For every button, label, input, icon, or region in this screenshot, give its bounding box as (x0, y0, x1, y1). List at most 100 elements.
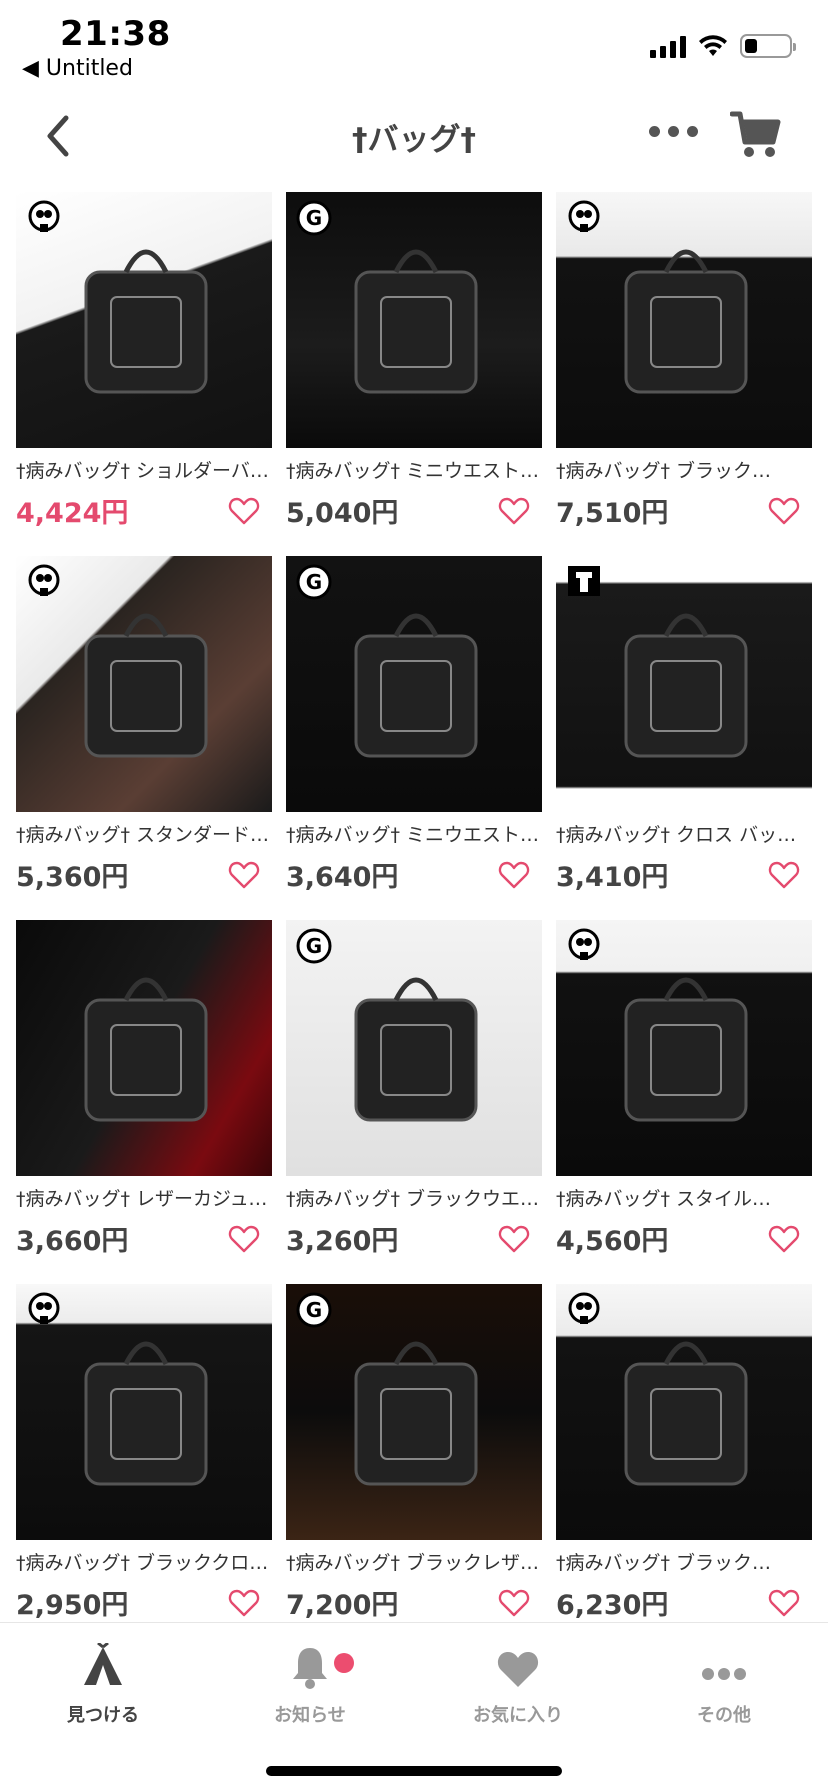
wifi-icon (699, 35, 727, 56)
brand-logo-icon: G (296, 1292, 332, 1328)
product-title[interactable]: †病みバッグ† ショルダーバッグ (16, 456, 272, 483)
signal-icon (650, 34, 686, 58)
brand-logo-icon (28, 564, 60, 596)
product-price: 3,410円 (556, 862, 669, 893)
favorite-heart-icon[interactable] (228, 860, 260, 890)
product-card[interactable]: †病みバッグ† ブラッククロスバッグ 2,950円 (16, 1284, 272, 1648)
product-image[interactable] (556, 920, 812, 1176)
tab-label: その他 (697, 1705, 751, 1726)
product-price: 3,640円 (286, 862, 399, 893)
product-title[interactable]: †病みバッグ† ブラックウエストバッグ (286, 1184, 542, 1211)
back-to-app-link[interactable]: ◀ Untitled (22, 56, 133, 81)
product-card[interactable]: †病みバッグ† ブラック… 6,230円 (556, 1284, 812, 1648)
brand-logo-icon: G (296, 928, 332, 964)
product-title[interactable]: †病みバッグ† スタイル… (556, 1184, 812, 1211)
tab-other[interactable]: その他 (624, 1641, 824, 1727)
price-row: 4,424円 (16, 491, 272, 530)
favorite-heart-icon[interactable] (498, 860, 530, 890)
tent-icon (84, 1643, 122, 1685)
product-title[interactable]: †病みバッグ† ブラックレザーバッグ (286, 1548, 542, 1575)
product-price: 5,040円 (286, 498, 399, 529)
product-image[interactable] (16, 1284, 272, 1540)
favorite-heart-icon[interactable] (498, 1224, 530, 1254)
favorite-heart-icon[interactable] (768, 1588, 800, 1618)
product-card[interactable]: †病みバッグ† スタイル… 4,560円 (556, 920, 812, 1284)
product-title[interactable]: †病みバッグ† ブラッククロスバッグ (16, 1548, 272, 1575)
nav-header: †バッグ† (0, 88, 828, 184)
product-image[interactable]: G (286, 192, 542, 448)
brand-logo-icon (568, 928, 600, 960)
product-title[interactable]: †病みバッグ† スタンダードバッグ (16, 820, 272, 847)
product-grid: †病みバッグ† ショルダーバッグ 4,424円 G †病みバッグ† ミニウエストバッグ… (16, 192, 812, 1648)
battery-icon (740, 34, 796, 58)
tab-notifications[interactable]: お知らせ (210, 1641, 410, 1727)
favorite-heart-icon[interactable] (228, 1588, 260, 1618)
home-indicator[interactable] (266, 1766, 562, 1776)
price-row: 3,260円 (286, 1219, 542, 1258)
product-title[interactable]: †病みバッグ† レザーカジュアルバッグ (16, 1184, 272, 1211)
more-icon (702, 1668, 746, 1680)
product-image[interactable] (16, 920, 272, 1176)
product-card[interactable]: †病みバッグ† クロス バックパック 3,410円 (556, 556, 812, 920)
brand-logo-icon (568, 200, 600, 232)
cart-icon[interactable] (730, 110, 782, 160)
svg-text:G: G (306, 206, 322, 230)
product-title[interactable]: †病みバッグ† ブラック… (556, 456, 812, 483)
product-price: 6,230円 (556, 1590, 669, 1621)
status-icons (650, 34, 796, 58)
price-row: 7,200円 (286, 1583, 542, 1622)
product-title[interactable]: †病みバッグ† ミニウエストバッグ (286, 820, 542, 847)
product-title[interactable]: †病みバッグ† クロス バックパック (556, 820, 812, 847)
price-row: 5,040円 (286, 491, 542, 530)
product-image[interactable] (556, 556, 812, 812)
price-row: 3,660円 (16, 1219, 272, 1258)
favorite-heart-icon[interactable] (768, 860, 800, 890)
bell-icon (293, 1648, 327, 1689)
product-title[interactable]: †病みバッグ† ブラック… (556, 1548, 812, 1575)
tab-label: お知らせ (274, 1705, 346, 1726)
more-options-icon[interactable] (649, 126, 698, 137)
product-image[interactable]: G (286, 1284, 542, 1540)
price-row: 7,510円 (556, 491, 812, 530)
svg-text:G: G (306, 570, 322, 594)
svg-text:G: G (306, 1298, 322, 1322)
product-image[interactable] (16, 192, 272, 448)
price-row: 6,230円 (556, 1583, 812, 1622)
product-price: 7,510円 (556, 498, 669, 529)
product-image[interactable] (556, 192, 812, 448)
product-card[interactable]: G †病みバッグ† ブラックウエストバッグ 3,260円 (286, 920, 542, 1284)
product-title[interactable]: †病みバッグ† ミニウエストバッグ (286, 456, 542, 483)
svg-text:G: G (306, 934, 322, 958)
brand-logo-icon: G (296, 200, 332, 236)
favorite-heart-icon[interactable] (228, 1224, 260, 1254)
product-image[interactable]: G (286, 920, 542, 1176)
tab-label: お気に入り (473, 1705, 563, 1726)
product-card[interactable]: G †病みバッグ† ブラックレザーバッグ 7,200円 (286, 1284, 542, 1648)
product-card[interactable]: †病みバッグ† ブラック… 7,510円 (556, 192, 812, 556)
product-price: 5,360円 (16, 862, 129, 893)
product-price: 4,560円 (556, 1226, 669, 1257)
product-card[interactable]: †病みバッグ† レザーカジュアルバッグ 3,660円 (16, 920, 272, 1284)
favorite-heart-icon[interactable] (228, 496, 260, 526)
product-image[interactable]: G (286, 556, 542, 812)
brand-logo-icon (568, 1292, 600, 1324)
favorite-heart-icon[interactable] (498, 496, 530, 526)
product-image[interactable] (16, 556, 272, 812)
tab-favorites[interactable]: お気に入り (418, 1641, 618, 1727)
product-price: 7,200円 (286, 1590, 399, 1621)
tab-discover[interactable]: 見つける (3, 1641, 203, 1727)
product-image[interactable] (556, 1284, 812, 1540)
favorite-heart-icon[interactable] (768, 496, 800, 526)
product-card[interactable]: G †病みバッグ† ミニウエストバッグ 3,640円 (286, 556, 542, 920)
price-row: 3,410円 (556, 855, 812, 894)
favorite-heart-icon[interactable] (498, 1588, 530, 1618)
favorite-heart-icon[interactable] (768, 1224, 800, 1254)
brand-logo-icon (28, 200, 60, 232)
bag-illustration (84, 977, 208, 1122)
product-card[interactable]: G †病みバッグ† ミニウエストバッグ 5,040円 (286, 192, 542, 556)
brand-logo-icon: G (296, 564, 332, 600)
product-price: 2,950円 (16, 1590, 129, 1621)
price-row: 3,640円 (286, 855, 542, 894)
product-card[interactable]: †病みバッグ† ショルダーバッグ 4,424円 (16, 192, 272, 556)
product-card[interactable]: †病みバッグ† スタンダードバッグ 5,360円 (16, 556, 272, 920)
